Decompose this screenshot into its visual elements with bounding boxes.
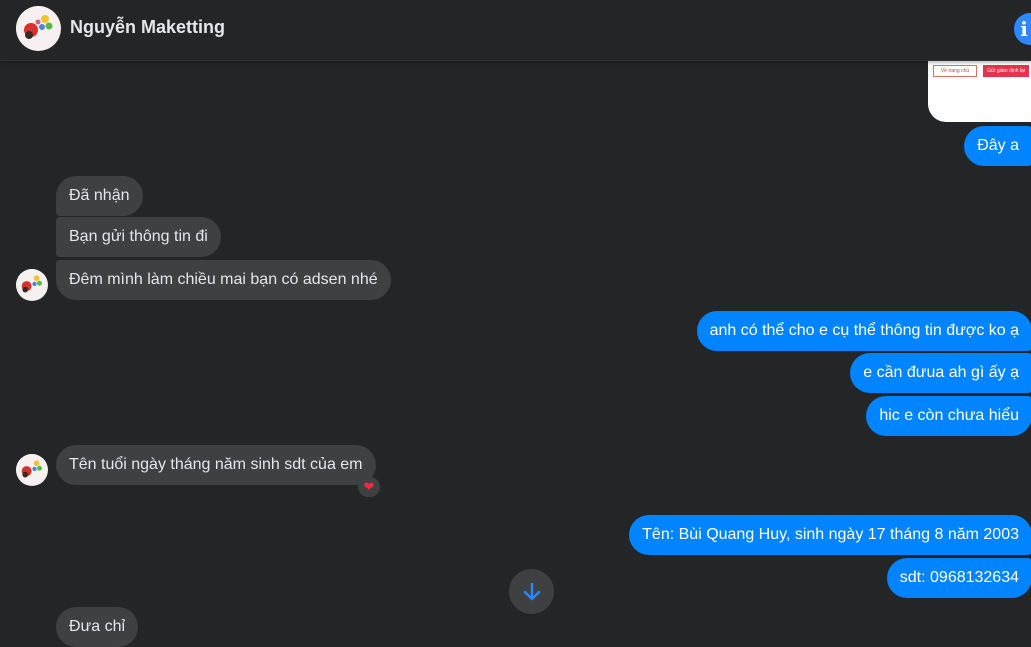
- heart-icon[interactable]: ❤: [358, 477, 380, 497]
- attachment-resubmit-button: Gửi giám định lại: [983, 65, 1029, 77]
- message-incoming[interactable]: Đã nhận: [56, 176, 143, 216]
- avatar-image: [16, 269, 48, 301]
- avatar-image: [16, 6, 60, 50]
- attachment-home-button: Về trang chủ: [933, 65, 977, 77]
- image-attachment[interactable]: Về trang chủ Gửi giám định lại: [928, 58, 1031, 122]
- info-icon[interactable]: i: [1014, 13, 1031, 45]
- contact-avatar[interactable]: [16, 6, 61, 51]
- message-outgoing[interactable]: Tên: Bùi Quang Huy, sinh ngày 17 tháng 8…: [629, 515, 1031, 555]
- message-outgoing[interactable]: sdt: 0968132634: [886, 558, 1031, 598]
- message-outgoing[interactable]: e cần đưua ah gì ấy ạ: [850, 353, 1031, 393]
- sender-avatar[interactable]: [16, 454, 48, 486]
- message-incoming[interactable]: Đêm mình làm chiều mai bạn có adsen nhé: [56, 260, 391, 300]
- sender-avatar[interactable]: [16, 269, 48, 301]
- message-outgoing[interactable]: anh có thể cho e cụ thể thông tin được k…: [696, 311, 1031, 351]
- message-incoming[interactable]: Bạn gửi thông tin đi: [56, 217, 221, 257]
- contact-name[interactable]: Nguyễn Maketting: [70, 17, 225, 38]
- avatar-image: [16, 454, 48, 486]
- message-incoming[interactable]: Tên tuổi ngày tháng năm sinh sdt của em: [56, 445, 376, 485]
- scroll-to-bottom-button[interactable]: [509, 569, 554, 614]
- message-outgoing[interactable]: hic e còn chưa hiểu: [866, 396, 1031, 436]
- arrow-down-icon: [523, 582, 540, 600]
- info-glyph: i: [1020, 17, 1028, 41]
- message-incoming[interactable]: Đưa chỉ: [56, 607, 139, 647]
- conversation-header: Nguyễn Maketting i: [0, 0, 1031, 61]
- message-outgoing[interactable]: Đây a: [964, 126, 1031, 166]
